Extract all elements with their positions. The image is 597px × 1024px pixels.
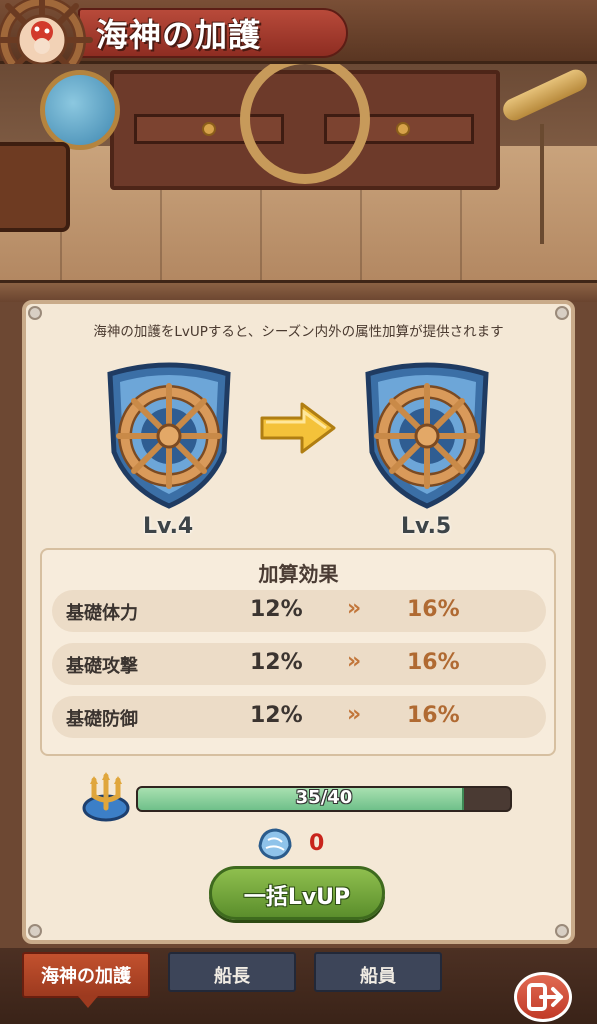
chevron-icon: » bbox=[347, 649, 362, 674]
effect-row: 基礎体力 12% » 16% bbox=[52, 590, 546, 632]
effect-name: 基礎体力 bbox=[66, 603, 138, 624]
effect-next: 16% bbox=[407, 597, 460, 622]
effect-next: 16% bbox=[407, 650, 460, 675]
tab-crew[interactable]: 船員 bbox=[314, 952, 442, 992]
tab-sea-god-blessing[interactable]: 海神の加護 bbox=[22, 952, 150, 1008]
level-progress-text: 35/40 bbox=[295, 787, 353, 808]
current-level: Lv.4 bbox=[143, 514, 194, 539]
effect-row: 基礎防御 12% » 16% bbox=[52, 696, 546, 738]
telescope-stand bbox=[540, 124, 544, 244]
rivet bbox=[555, 306, 569, 320]
effect-next: 16% bbox=[407, 703, 460, 728]
ship-wheel-shield-icon bbox=[107, 362, 231, 509]
exit-button[interactable] bbox=[514, 972, 572, 1022]
tab-captain[interactable]: 船長 bbox=[168, 952, 296, 992]
ship-wheel-shield-icon bbox=[365, 362, 489, 509]
trident-icon bbox=[82, 772, 130, 822]
effect-name: 基礎攻撃 bbox=[66, 656, 138, 677]
rivet bbox=[28, 306, 42, 320]
arrow-right-icon bbox=[260, 402, 336, 454]
effect-current: 12% bbox=[250, 650, 303, 675]
drawer-knob bbox=[396, 122, 410, 136]
page-title: 海神の加護 bbox=[96, 16, 262, 54]
effect-current: 12% bbox=[250, 703, 303, 728]
bulk-lvup-label: 一括LvUP bbox=[243, 885, 351, 910]
effect-name: 基礎防御 bbox=[66, 709, 138, 730]
drawer-knob bbox=[202, 122, 216, 136]
rivet bbox=[28, 924, 42, 938]
rivet bbox=[555, 924, 569, 938]
globe bbox=[40, 70, 120, 150]
treasure-chest bbox=[0, 142, 70, 232]
telescope bbox=[499, 66, 591, 124]
bulk-lvup-button[interactable]: 一括LvUP bbox=[209, 866, 385, 920]
chevron-icon: » bbox=[347, 596, 362, 621]
next-level: Lv.5 bbox=[401, 514, 452, 539]
panel-frame-top bbox=[0, 280, 597, 302]
shell-icon bbox=[258, 828, 292, 860]
exit-icon bbox=[527, 983, 563, 1011]
effect-current: 12% bbox=[250, 597, 303, 622]
upgrade-description: 海神の加護をLvUPすると、シーズン内外の属性加算が提供されます bbox=[93, 324, 504, 340]
chevron-icon: » bbox=[347, 702, 362, 727]
currency-count: 0 bbox=[309, 831, 325, 856]
ship-cabin-illustration bbox=[0, 64, 597, 280]
effect-row: 基礎攻撃 12% » 16% bbox=[52, 643, 546, 685]
effects-title: 加算効果 bbox=[258, 562, 339, 586]
